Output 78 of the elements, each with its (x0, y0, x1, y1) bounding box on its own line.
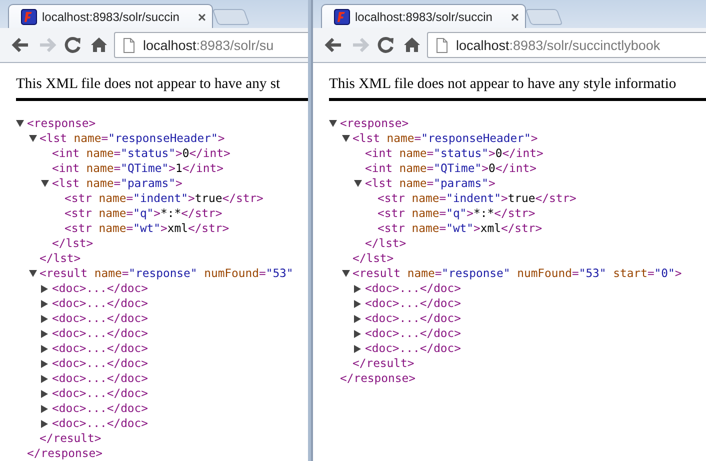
xml-notice: This XML file does not appear to have any st (16, 76, 282, 93)
xml-line: <doc>...</doc> (52, 416, 148, 431)
toggle-icon[interactable] (41, 404, 48, 412)
xml-line: <result name="response" numFound="53" start="0"> (352, 266, 682, 281)
xml-line: </result> (352, 356, 414, 371)
xml-line: <str name="indent">true</str> (64, 191, 264, 206)
toggle-icon[interactable] (342, 135, 350, 142)
xml-line: <str name="wt">xml</str> (378, 221, 542, 236)
xml-line: <int name="status">0</int> (365, 146, 544, 161)
xml-line: <lst name="params"> (365, 176, 496, 191)
xml-line: <doc>...</doc> (52, 341, 148, 356)
page-icon (436, 38, 448, 52)
toggle-icon[interactable] (41, 300, 48, 308)
browser-tab[interactable]: localhost:8983/solr/succin × (8, 4, 213, 28)
toggle-icon[interactable] (354, 180, 362, 187)
address-bar[interactable]: localhost:8983/solr/su (114, 32, 308, 58)
xml-line: <response> (27, 116, 96, 131)
xml-line: <int name="status">0</int> (52, 146, 230, 161)
xml-line: <str name="q">*:*</str> (64, 206, 222, 221)
toggle-icon[interactable] (41, 330, 48, 338)
xml-notice: This XML file does not appear to have any style informatio (329, 76, 678, 93)
toggle-icon[interactable] (354, 300, 361, 308)
toggle-icon[interactable] (41, 344, 48, 352)
xml-line: <int name="QTime">1</int> (52, 161, 224, 176)
toggle-icon[interactable] (28, 270, 36, 277)
url-text: localhost:8983/solr/succinctlybook (456, 38, 660, 52)
xml-line: <str name="wt">xml</str> (64, 221, 230, 236)
xml-line: <str name="q">*:*</str> (378, 206, 536, 221)
xml-line: <doc>...</doc> (52, 326, 148, 341)
xml-line: <doc>...</doc> (52, 401, 148, 416)
xml-line: <doc>...</doc> (52, 296, 148, 311)
xml-line: <doc>...</doc> (52, 356, 148, 371)
xml-line: <doc>...</doc> (365, 311, 462, 326)
xml-line: </lst> (352, 251, 394, 266)
favicon-icon (21, 8, 37, 24)
toggle-icon[interactable] (41, 420, 48, 428)
xml-line: <int name="QTime">0</int> (365, 161, 536, 176)
xml-line: <doc>...</doc> (365, 341, 462, 356)
toggle-icon[interactable] (354, 314, 361, 322)
url-text: localhost:8983/solr/su (143, 38, 274, 52)
xml-line: </lst> (40, 251, 81, 266)
xml-line: <doc>...</doc> (365, 326, 462, 341)
toggle-icon[interactable] (41, 314, 48, 322)
page-icon (123, 38, 135, 52)
address-bar[interactable]: localhost:8983/solr/succinctlybook (427, 32, 706, 58)
xml-line: <response> (340, 116, 409, 131)
xml-line: </lst> (52, 236, 94, 251)
xml-line: <doc>...</doc> (52, 281, 148, 296)
browser-tab[interactable]: localhost:8983/solr/succin × (321, 4, 526, 28)
xml-line: <result name="response" numFound="53" (40, 266, 294, 281)
toggle-icon[interactable] (41, 374, 48, 382)
xml-line: </response> (27, 446, 102, 461)
toggle-icon[interactable] (16, 120, 24, 127)
toggle-icon[interactable] (28, 135, 36, 142)
toggle-icon[interactable] (342, 270, 350, 277)
toggle-icon[interactable] (354, 330, 361, 338)
toggle-icon[interactable] (354, 284, 361, 292)
xml-line: <str name="indent">true</str> (378, 191, 576, 206)
favicon-icon (334, 8, 350, 24)
xml-line: <doc>...</doc> (52, 386, 148, 401)
toggle-icon[interactable] (329, 120, 337, 127)
close-tab-button[interactable]: × (510, 10, 519, 24)
toggle-icon[interactable] (41, 284, 48, 292)
toggle-icon[interactable] (41, 390, 48, 398)
xml-line: <lst name="params"> (52, 176, 182, 191)
xml-line: <doc>...</doc> (365, 281, 462, 296)
xml-line: <doc>...</doc> (52, 311, 148, 326)
close-tab-button[interactable]: × (198, 10, 206, 24)
xml-line: </response> (340, 371, 416, 386)
xml-line: </result> (40, 431, 102, 446)
xml-line: <lst name="responseHeader"> (352, 131, 538, 146)
xml-line: <doc>...</doc> (365, 296, 462, 311)
toggle-icon[interactable] (354, 344, 361, 352)
xml-line: </lst> (365, 236, 406, 251)
toggle-icon[interactable] (41, 360, 48, 368)
xml-line: <lst name="responseHeader"> (40, 131, 225, 146)
toggle-icon[interactable] (41, 180, 49, 187)
xml-line: <doc>...</doc> (52, 371, 148, 386)
